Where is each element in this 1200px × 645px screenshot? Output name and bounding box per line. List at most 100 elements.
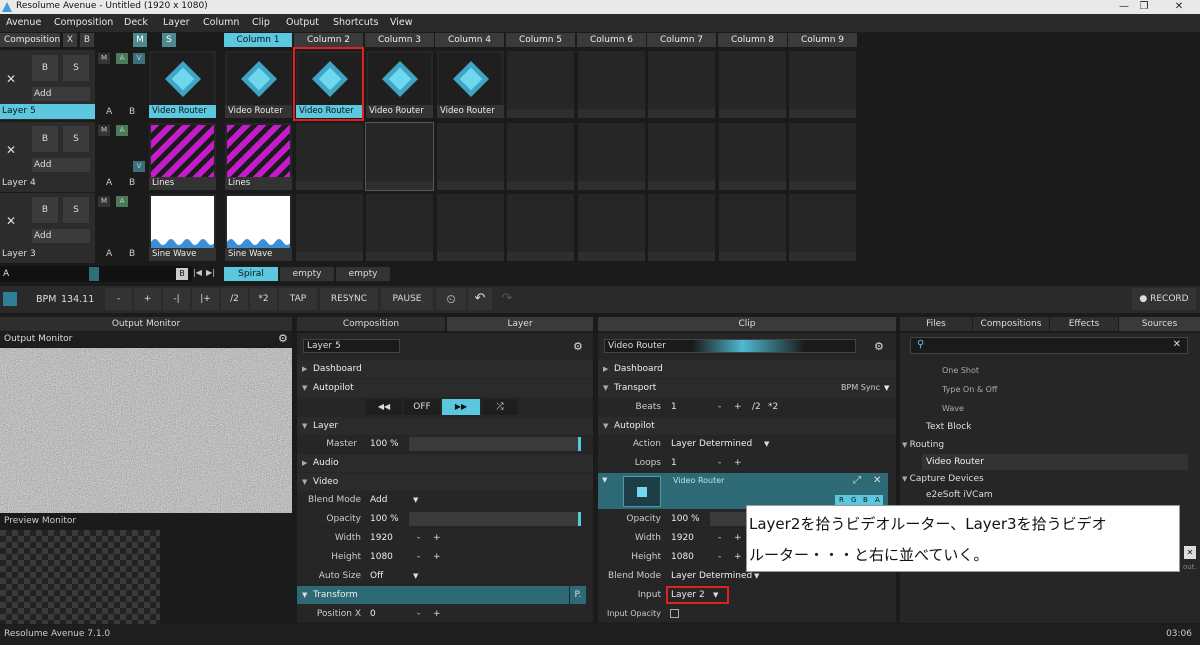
clip-l3-c1[interactable]: Sine Wave: [224, 193, 293, 262]
deck-next-icon[interactable]: ▶|: [206, 268, 215, 277]
layer-dashboard-section[interactable]: ▶ Dashboard: [297, 360, 593, 378]
deck-tab-empty-2[interactable]: empty: [336, 267, 390, 281]
column-5-header[interactable]: Column 5: [506, 33, 576, 47]
clip-slot-empty[interactable]: [718, 193, 787, 262]
menu-view[interactable]: View: [390, 17, 413, 28]
action-value[interactable]: Layer Determined: [671, 435, 752, 453]
comp-clear-button[interactable]: X: [63, 33, 77, 47]
dropdown-icon[interactable]: ▼: [764, 435, 769, 453]
layer-3-bypass-button[interactable]: B: [32, 197, 58, 223]
beats-value[interactable]: 1: [671, 398, 677, 416]
redo-icon[interactable]: ↷: [495, 288, 519, 310]
column-2-header[interactable]: Column 2: [294, 33, 364, 47]
loops-value[interactable]: 1: [671, 454, 677, 472]
deck-tab-empty-1[interactable]: empty: [280, 267, 334, 281]
column-3-header[interactable]: Column 3: [365, 33, 435, 47]
layer-5-bypass-button[interactable]: B: [32, 55, 58, 81]
layer-4-bypass-button[interactable]: B: [32, 126, 58, 152]
beats-minus[interactable]: -: [718, 398, 721, 416]
menu-shortcuts[interactable]: Shortcuts: [333, 17, 378, 28]
layer-5-v[interactable]: V: [133, 53, 145, 64]
layer-4-clear-icon[interactable]: ✕: [6, 143, 16, 157]
restore-icon[interactable]: ❐: [1130, 0, 1158, 14]
column-4-header[interactable]: Column 4: [435, 33, 505, 47]
source-video-router[interactable]: Video Router: [922, 454, 1188, 470]
tap-button[interactable]: TAP: [279, 288, 317, 310]
source-capture-devices-folder[interactable]: ▼ Capture Devices: [902, 474, 984, 484]
layer-3-solo-button[interactable]: S: [63, 197, 89, 223]
clip-slot-empty[interactable]: [647, 122, 716, 191]
clip-width-plus[interactable]: +: [734, 529, 742, 547]
tab-compositions[interactable]: Compositions: [973, 317, 1049, 331]
clip-slot-empty[interactable]: [788, 50, 857, 119]
bpm-half-button[interactable]: /2: [221, 288, 248, 310]
layer-3-add-button[interactable]: Add: [32, 229, 90, 243]
position-x-minus[interactable]: -: [417, 605, 420, 623]
opacity-slider[interactable]: [409, 512, 581, 526]
master-slider[interactable]: [409, 437, 581, 451]
opacity-value[interactable]: 100 %: [370, 510, 399, 528]
clip-slot-empty[interactable]: [577, 50, 646, 119]
clip-name-field[interactable]: Video Router: [604, 339, 856, 353]
source-one-shot[interactable]: One Shot: [942, 366, 979, 375]
pause-button[interactable]: PAUSE: [381, 288, 433, 310]
layer-4-add-button[interactable]: Add: [32, 158, 90, 172]
layer-4-name[interactable]: Layer 4: [2, 178, 36, 188]
crossfader-b[interactable]: B: [176, 268, 188, 280]
clip-slot-empty[interactable]: [718, 122, 787, 191]
column-9-header[interactable]: Column 9: [788, 33, 858, 47]
clip-slot-empty[interactable]: [436, 193, 505, 262]
height-plus[interactable]: +: [433, 548, 441, 566]
layer-autopilot-section[interactable]: ▼ Autopilot: [297, 379, 593, 397]
layer-3-name[interactable]: Layer 3: [2, 249, 36, 259]
collapse-icon[interactable]: ▼: [602, 476, 607, 484]
autopilot-off-button[interactable]: OFF: [404, 399, 440, 415]
resync-button[interactable]: RESYNC: [320, 288, 378, 310]
column-8-header[interactable]: Column 8: [718, 33, 788, 47]
clear-search-icon[interactable]: ✕: [1173, 339, 1181, 350]
nudge-minus-button[interactable]: -|: [163, 288, 190, 310]
clip-slot-empty[interactable]: [788, 193, 857, 262]
position-x-plus[interactable]: +: [433, 605, 441, 623]
clip-slot-empty[interactable]: [788, 122, 857, 191]
crossfader[interactable]: A: [0, 266, 192, 282]
width-minus[interactable]: -: [417, 529, 420, 547]
position-x-value[interactable]: 0: [370, 605, 376, 623]
layer-5-a[interactable]: A: [116, 53, 128, 64]
clip-slot-empty[interactable]: [506, 50, 575, 119]
layer-5-clear-icon[interactable]: ✕: [6, 72, 16, 86]
clip-l5-c0[interactable]: Video Router: [148, 50, 217, 119]
layer-3-a[interactable]: A: [116, 196, 128, 207]
layer-5-name[interactable]: Layer 5: [0, 104, 95, 119]
layer-4-a[interactable]: A: [116, 125, 128, 136]
nudge-plus-button[interactable]: |+: [192, 288, 219, 310]
height-minus[interactable]: -: [417, 548, 420, 566]
tab-layer[interactable]: Layer: [447, 317, 593, 331]
clip-slot-empty[interactable]: [365, 122, 434, 191]
menu-column[interactable]: Column: [203, 17, 239, 28]
bpm-value[interactable]: 134.11: [61, 294, 94, 305]
layer-audio-section[interactable]: ▶ Audio: [297, 454, 593, 472]
width-plus[interactable]: +: [433, 529, 441, 547]
dropdown-icon[interactable]: ▼: [884, 379, 889, 397]
clip-height-value[interactable]: 1080: [671, 548, 694, 566]
height-value[interactable]: 1080: [370, 548, 393, 566]
bpm-minus-button[interactable]: -: [105, 288, 132, 310]
layer-4-v[interactable]: V: [133, 161, 145, 172]
autopilot-random-icon[interactable]: ⤮: [482, 399, 518, 415]
undo-icon[interactable]: ↶: [468, 288, 492, 310]
clip-dashboard-section[interactable]: ▶ Dashboard: [598, 360, 896, 378]
clip-blend-value[interactable]: Layer Determined: [671, 567, 752, 585]
clip-slot-empty[interactable]: [577, 122, 646, 191]
width-value[interactable]: 1920: [370, 529, 393, 547]
clip-settings-gear-icon[interactable]: ⚙: [874, 340, 884, 353]
menu-composition[interactable]: Composition: [54, 17, 113, 28]
layer-3-crossfade-b[interactable]: B: [129, 249, 135, 259]
loops-plus[interactable]: +: [734, 454, 742, 472]
menu-output[interactable]: Output: [286, 17, 319, 28]
layer-3-crossfade-a[interactable]: A: [106, 249, 112, 259]
layer-5-add-button[interactable]: Add: [32, 87, 90, 101]
comp-bypass-button[interactable]: B: [80, 33, 94, 47]
tab-sources[interactable]: Sources: [1119, 317, 1200, 331]
layer-4-crossfade-a[interactable]: A: [106, 178, 112, 188]
